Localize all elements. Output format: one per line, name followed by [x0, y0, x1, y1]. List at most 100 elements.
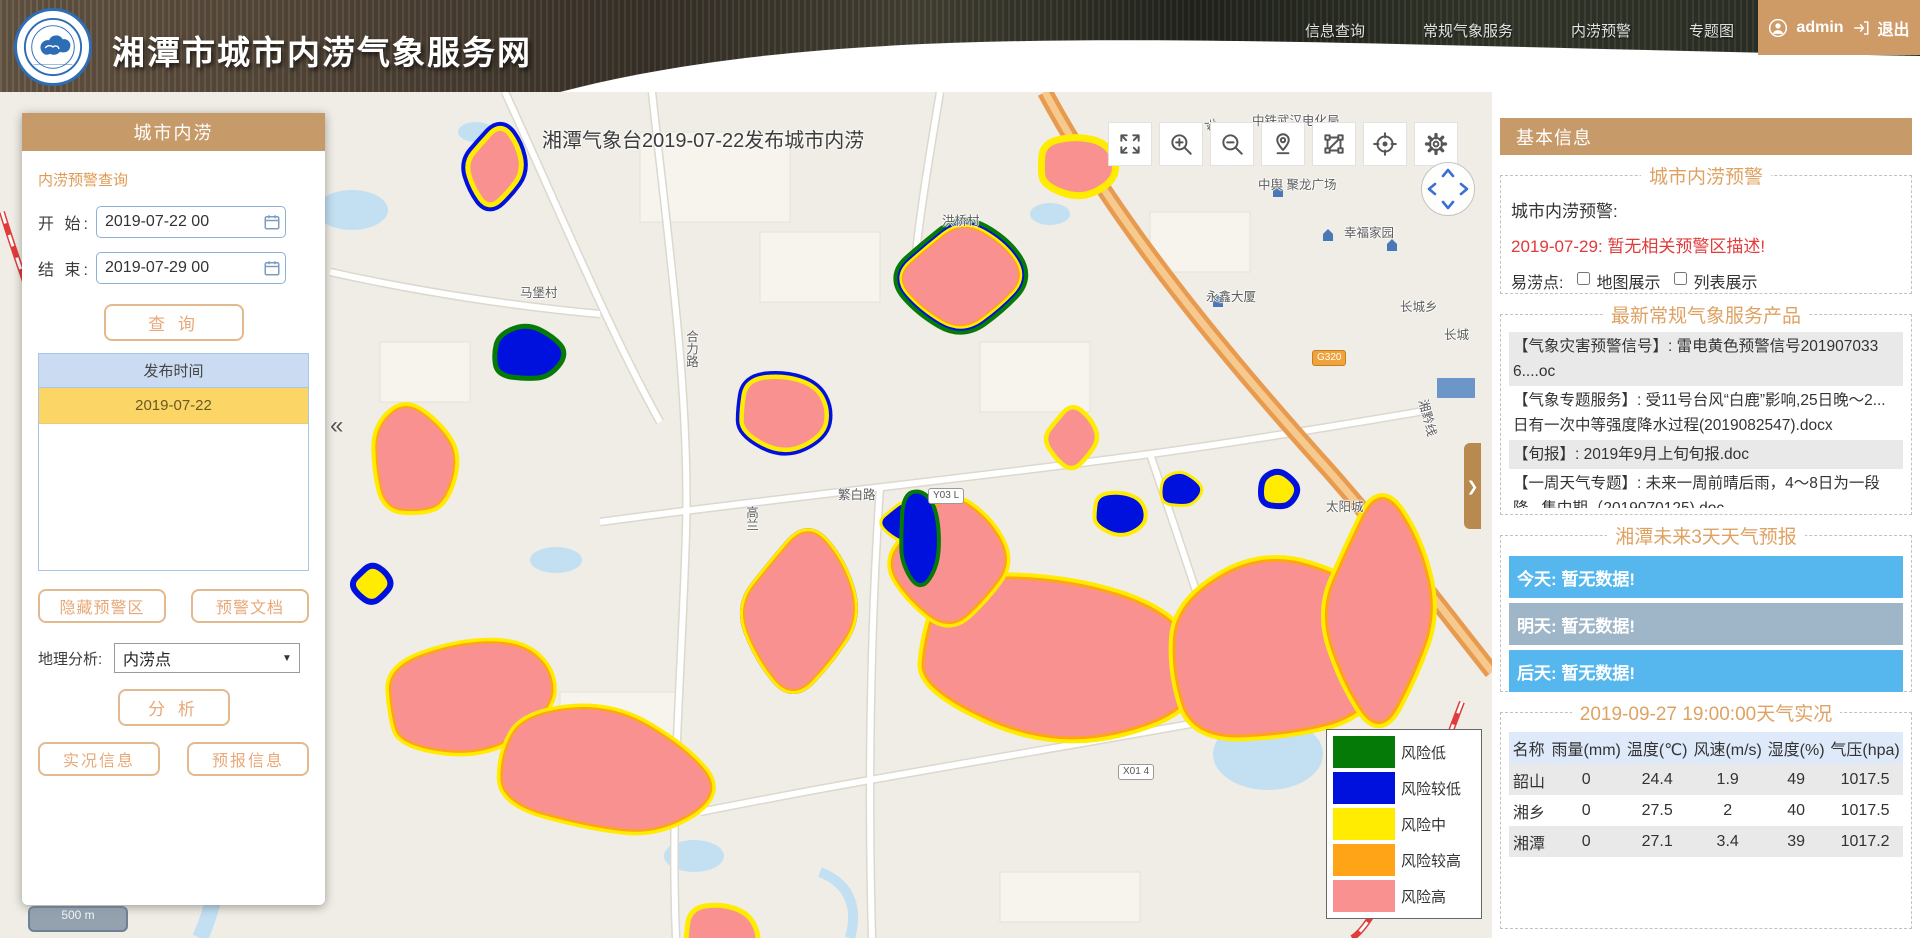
live-table-cell: 0 [1548, 764, 1624, 795]
hide-warning-zone-button[interactable]: 隐藏预警区 [38, 589, 166, 623]
publish-time-row[interactable]: 2019-07-22 [39, 388, 308, 424]
product-item[interactable]: 【气象灾害预警信号】: 雷电黄色预警信号2019070336....oc [1509, 332, 1903, 386]
road-shield: Y03 L [928, 488, 964, 504]
legend-swatch [1333, 844, 1395, 876]
live-table-cell: 0 [1548, 826, 1624, 857]
calendar-icon[interactable] [263, 213, 281, 231]
locate-button[interactable] [1261, 122, 1305, 166]
meteorology-logo-icon [22, 16, 84, 78]
forecast-info-button[interactable]: 预报信息 [187, 742, 309, 776]
calendar-icon[interactable] [263, 259, 281, 277]
map-pan-control[interactable] [1421, 162, 1475, 216]
zoom-out-button[interactable] [1210, 122, 1254, 166]
map-place-label: 马堡村 [520, 282, 558, 301]
live-table-cell: 40 [1765, 795, 1827, 826]
live-table-cell: 1.9 [1690, 764, 1765, 795]
geo-analysis-select[interactable]: 内涝点 ▼ [114, 643, 300, 673]
map-scrollbar-thumb[interactable] [1437, 378, 1475, 398]
map-place-label: 繁白路 [838, 484, 876, 503]
map-place-label: 洪桥村 [942, 210, 980, 229]
legend-row: 风险较高 [1333, 843, 1475, 877]
user-icon [1768, 18, 1788, 38]
basic-info-panel: 基本信息 城市内涝预警 城市内涝预警: 2019-07-29: 暂无相关预警区描… [1492, 92, 1920, 938]
road-shield: G320 [1312, 350, 1346, 366]
map-display-checkbox[interactable] [1577, 272, 1590, 285]
left-panel-collapse-handle[interactable]: « [330, 412, 343, 440]
legend-label: 风险较高 [1401, 850, 1461, 871]
pan-arrows-icon [1422, 163, 1474, 215]
list-display-checkbox[interactable] [1674, 272, 1687, 285]
nav-item-2[interactable]: 内涝预警 [1571, 20, 1631, 41]
end-date-input[interactable] [96, 252, 286, 284]
list-display-label[interactable]: 列表展示 [1693, 269, 1757, 293]
risk-legend: 风险低风险较低风险中风险较高风险高 [1326, 729, 1482, 919]
legend-row: 风险高 [1333, 879, 1475, 913]
nav-item-1[interactable]: 常规气象服务 [1423, 20, 1513, 41]
map-place-label: 中舆 聚龙广场 [1258, 174, 1336, 193]
live-table-column: 风速(m/s) [1690, 732, 1765, 764]
publish-time-table: 发布时间 2019-07-22 [38, 353, 309, 571]
zoom-in-button[interactable] [1159, 122, 1203, 166]
map-place-label: 太阳城 [1326, 496, 1364, 515]
gear-icon [1423, 131, 1449, 157]
select-dropdown-arrow: ▼ [277, 647, 297, 669]
site-logo [14, 8, 92, 86]
legend-label: 风险低 [1401, 742, 1446, 763]
map-place-label: 幸福家园 [1344, 222, 1394, 241]
nav-item-3[interactable]: 专题图 [1689, 20, 1734, 41]
live-table-row: 湘乡027.52401017.5 [1509, 795, 1903, 826]
map-place-label: 高兰 [742, 506, 761, 531]
live-table-row: 湘潭027.13.4391017.2 [1509, 826, 1903, 857]
site-title: 湘潭市城市内涝气象服务网 [112, 26, 532, 74]
target-button[interactable] [1363, 122, 1407, 166]
draw-polygon-button[interactable] [1312, 122, 1356, 166]
forecast-bar: 今天: 暂无数据! [1509, 556, 1903, 598]
live-table-cell: 3.4 [1690, 826, 1765, 857]
live-table-cell: 27.1 [1624, 826, 1690, 857]
flood-points-label: 易涝点: [1511, 269, 1563, 293]
user-box: admin 退出 [1758, 0, 1920, 55]
logout-button[interactable]: 退出 [1878, 16, 1910, 40]
live-info-button[interactable]: 实况信息 [38, 742, 160, 776]
legend-label: 风险较低 [1401, 778, 1461, 799]
legend-row: 风险低 [1333, 735, 1475, 769]
fullscreen-button[interactable] [1108, 122, 1152, 166]
warning-line: 城市内涝预警: [1511, 197, 1903, 222]
settings-button[interactable] [1414, 122, 1458, 166]
query-button[interactable]: 查 询 [104, 304, 244, 341]
legend-row: 风险中 [1333, 807, 1475, 841]
live-table-cell: 27.5 [1624, 795, 1690, 826]
start-date-input[interactable] [96, 206, 286, 238]
map-place-label: 长城乡 [1400, 296, 1438, 315]
right-panel-collapse-handle[interactable]: ❯ [1464, 443, 1481, 529]
product-item[interactable]: 【旬报】: 2019年9月上旬旬报.doc [1509, 440, 1903, 469]
map-title: 湘潭气象台2019-07-22发布城市内涝 [542, 124, 864, 153]
product-item[interactable]: 【一周天气专题】: 未来一周前晴后雨，4～8日为一段降...集中期（201907… [1509, 469, 1903, 508]
live-table-cell: 湘潭 [1509, 826, 1548, 857]
logout-icon [1852, 19, 1870, 37]
map-display-label[interactable]: 地图展示 [1596, 269, 1660, 293]
header-bar: 湘潭市城市内涝气象服务网 信息查询 常规气象服务 内涝预警 专题图 admin 退出 [0, 0, 1920, 92]
username[interactable]: admin [1796, 19, 1843, 37]
geo-analysis-label: 地理分析: [38, 648, 114, 669]
live-table-cell: 韶山 [1509, 764, 1548, 795]
map-toolbar [1108, 122, 1458, 166]
live-table-cell: 2 [1690, 795, 1765, 826]
analyze-button[interactable]: 分 析 [118, 689, 230, 726]
zoom-in-icon [1168, 131, 1194, 157]
main-nav: 信息查询 常规气象服务 内涝预警 专题图 [1305, 20, 1734, 41]
forecast-bar: 后天: 暂无数据! [1509, 650, 1903, 692]
product-item[interactable]: 【气象专题服务】: 受11号台风“白鹿”影响,25日晚～2...日有一次中等强度… [1509, 386, 1903, 440]
live-table-cell: 1017.2 [1827, 826, 1903, 857]
publish-time-header: 发布时间 [39, 354, 308, 388]
live-table-column: 名称 [1509, 732, 1548, 764]
products-section-legend: 最新常规气象服务产品 [1603, 301, 1809, 328]
basic-info-title: 基本信息 [1500, 118, 1912, 155]
map-scale-label: 500 m [61, 908, 94, 922]
warning-document-button[interactable]: 预警文档 [191, 589, 309, 623]
crosshair-icon [1372, 131, 1398, 157]
nav-item-0[interactable]: 信息查询 [1305, 20, 1365, 41]
warning-description: 2019-07-29: 暂无相关预警区描述! [1511, 232, 1903, 257]
legend-label: 风险高 [1401, 886, 1446, 907]
legend-label: 风险中 [1401, 814, 1446, 835]
